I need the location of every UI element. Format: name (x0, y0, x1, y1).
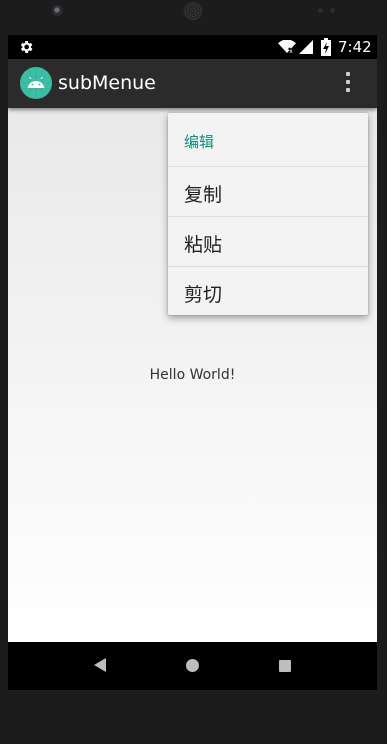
menu-item-label: 复制 (184, 184, 223, 206)
back-icon[interactable] (94, 658, 106, 672)
navigation-bar (8, 642, 377, 690)
edit-submenu: 编辑 复制 粘贴 剪切 (168, 113, 368, 315)
svg-text:x: x (289, 48, 293, 54)
app-title: subMenue (58, 72, 156, 94)
clock: 7:42 (338, 38, 372, 56)
status-bar: x 7:42 (8, 35, 377, 59)
menu-item-paste[interactable]: 粘贴 (168, 216, 368, 266)
gear-icon (20, 41, 33, 53)
android-robot-icon (20, 67, 52, 99)
device-screen: x 7:42 subMenue Hello World! 编辑 复制 粘贴 剪切 (8, 35, 377, 690)
menu-item-label: 剪切 (184, 284, 223, 306)
app-bar: subMenue (8, 59, 377, 108)
wifi-icon: x (278, 40, 296, 54)
light-sensor (330, 8, 335, 13)
recents-icon[interactable] (279, 660, 291, 672)
menu-item-copy[interactable]: 复制 (168, 166, 368, 216)
earpiece-speaker (183, 1, 203, 21)
front-camera (52, 5, 63, 16)
menu-item-label: 粘贴 (184, 234, 223, 256)
home-icon[interactable] (186, 659, 199, 672)
hello-text: Hello World! (149, 367, 236, 383)
submenu-header: 编辑 (184, 133, 215, 151)
signal-icon (299, 40, 313, 54)
menu-item-cut[interactable]: 剪切 (168, 266, 368, 316)
overflow-menu-icon[interactable] (342, 72, 354, 96)
battery-charging-icon (321, 38, 331, 56)
proximity-sensor (318, 8, 323, 13)
